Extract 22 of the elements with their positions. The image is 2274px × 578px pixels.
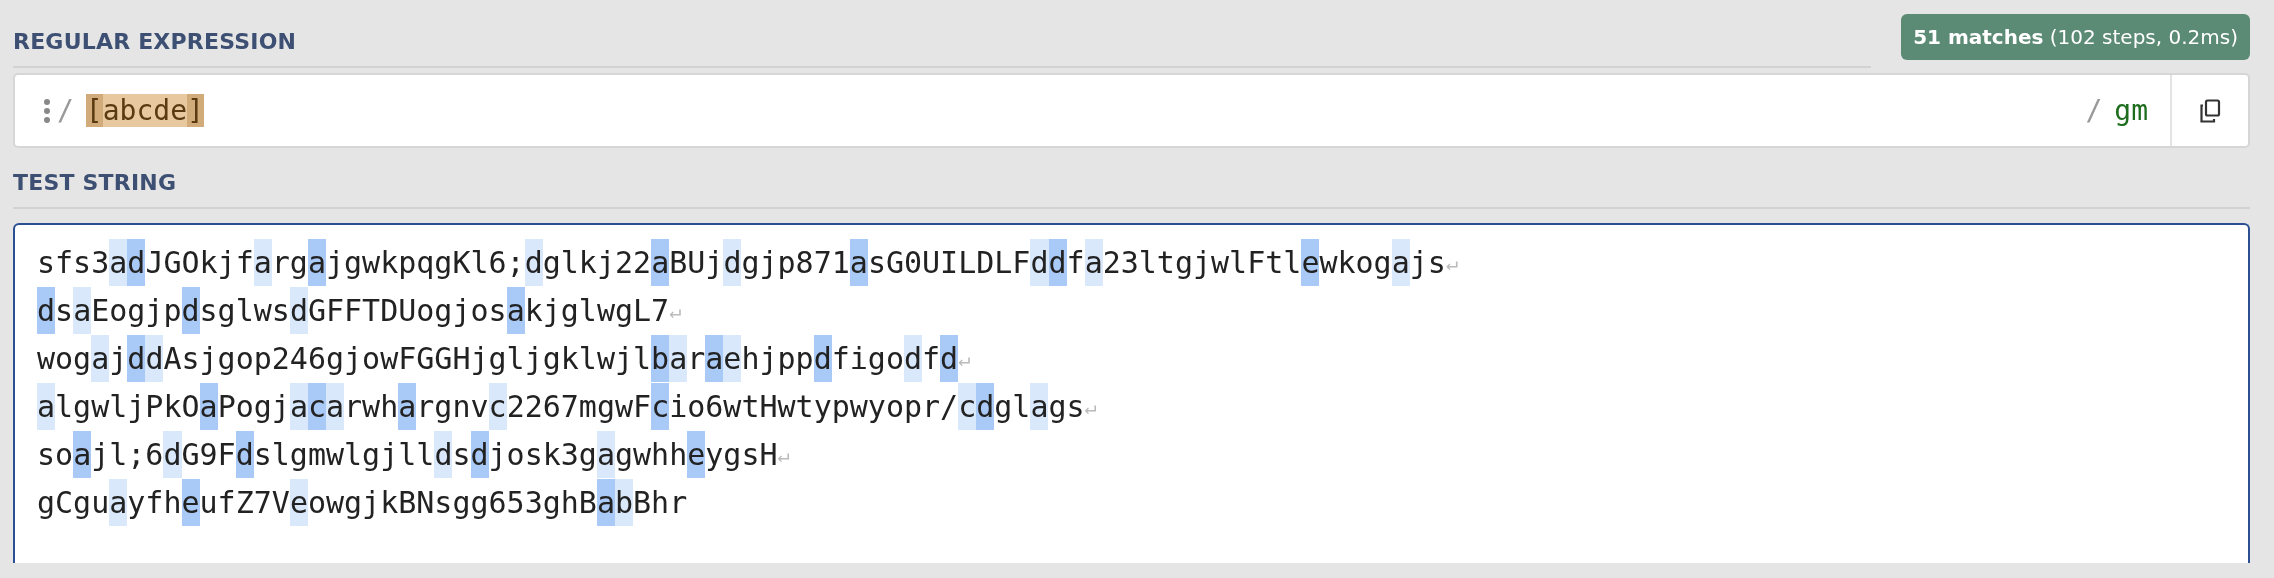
match-count-badge: 51 matches (102 steps, 0.2ms) <box>1901 14 2250 60</box>
test-string-line: sfs3adJGOkjfa rgajgwkpqgKl6;dglkj22aBUj dgjp871asG0UILDLFddfa23ltgjwlFtlewkogajs <box>37 239 1446 287</box>
line-break-mark: ↵ <box>1445 250 1458 277</box>
line-break-mark: ↵ <box>669 298 682 325</box>
regex-flags: gm <box>2114 92 2148 129</box>
line-break-mark: ↵ <box>958 346 971 373</box>
regex-field[interactable]: / [abcde] / gm <box>13 73 2250 148</box>
delimiter: / <box>57 92 74 129</box>
test-string-field[interactable] <box>13 223 2250 563</box>
test-string-line: dsaEogjpdsglwsdGFFTDUogjosakjglwgL7 <box>37 287 670 335</box>
line-break-mark: ↵ <box>1084 394 1097 421</box>
test-string-line: wogaj ddAsjgop246gjowFGGHjgljgklwjlba raehjppdfigodfd <box>37 335 959 383</box>
regex-pattern: [abcde] <box>85 92 204 129</box>
test-string-line: soajl;6dG9Fdslgmwlgjlldsdjosk3gagwhheygsH <box>37 431 778 479</box>
drag-handle-icon[interactable] <box>43 98 51 123</box>
test-string-line: algwljPkOaPogj aca rwha rgnvc2267mgwFcio6wtHwtypwyopr/cdglags <box>37 383 1085 431</box>
copy-icon <box>2199 98 2221 123</box>
section-title: TEST STRING <box>13 170 177 195</box>
test-string-line: gCguayfheufZ7VeowgjkBNsgg653ghBabBhr <box>37 479 688 527</box>
section-title: REGULAR EXPRESSION <box>13 29 297 54</box>
line-break-mark: ↵ <box>777 442 790 467</box>
delimiter: / <box>2085 92 2103 129</box>
